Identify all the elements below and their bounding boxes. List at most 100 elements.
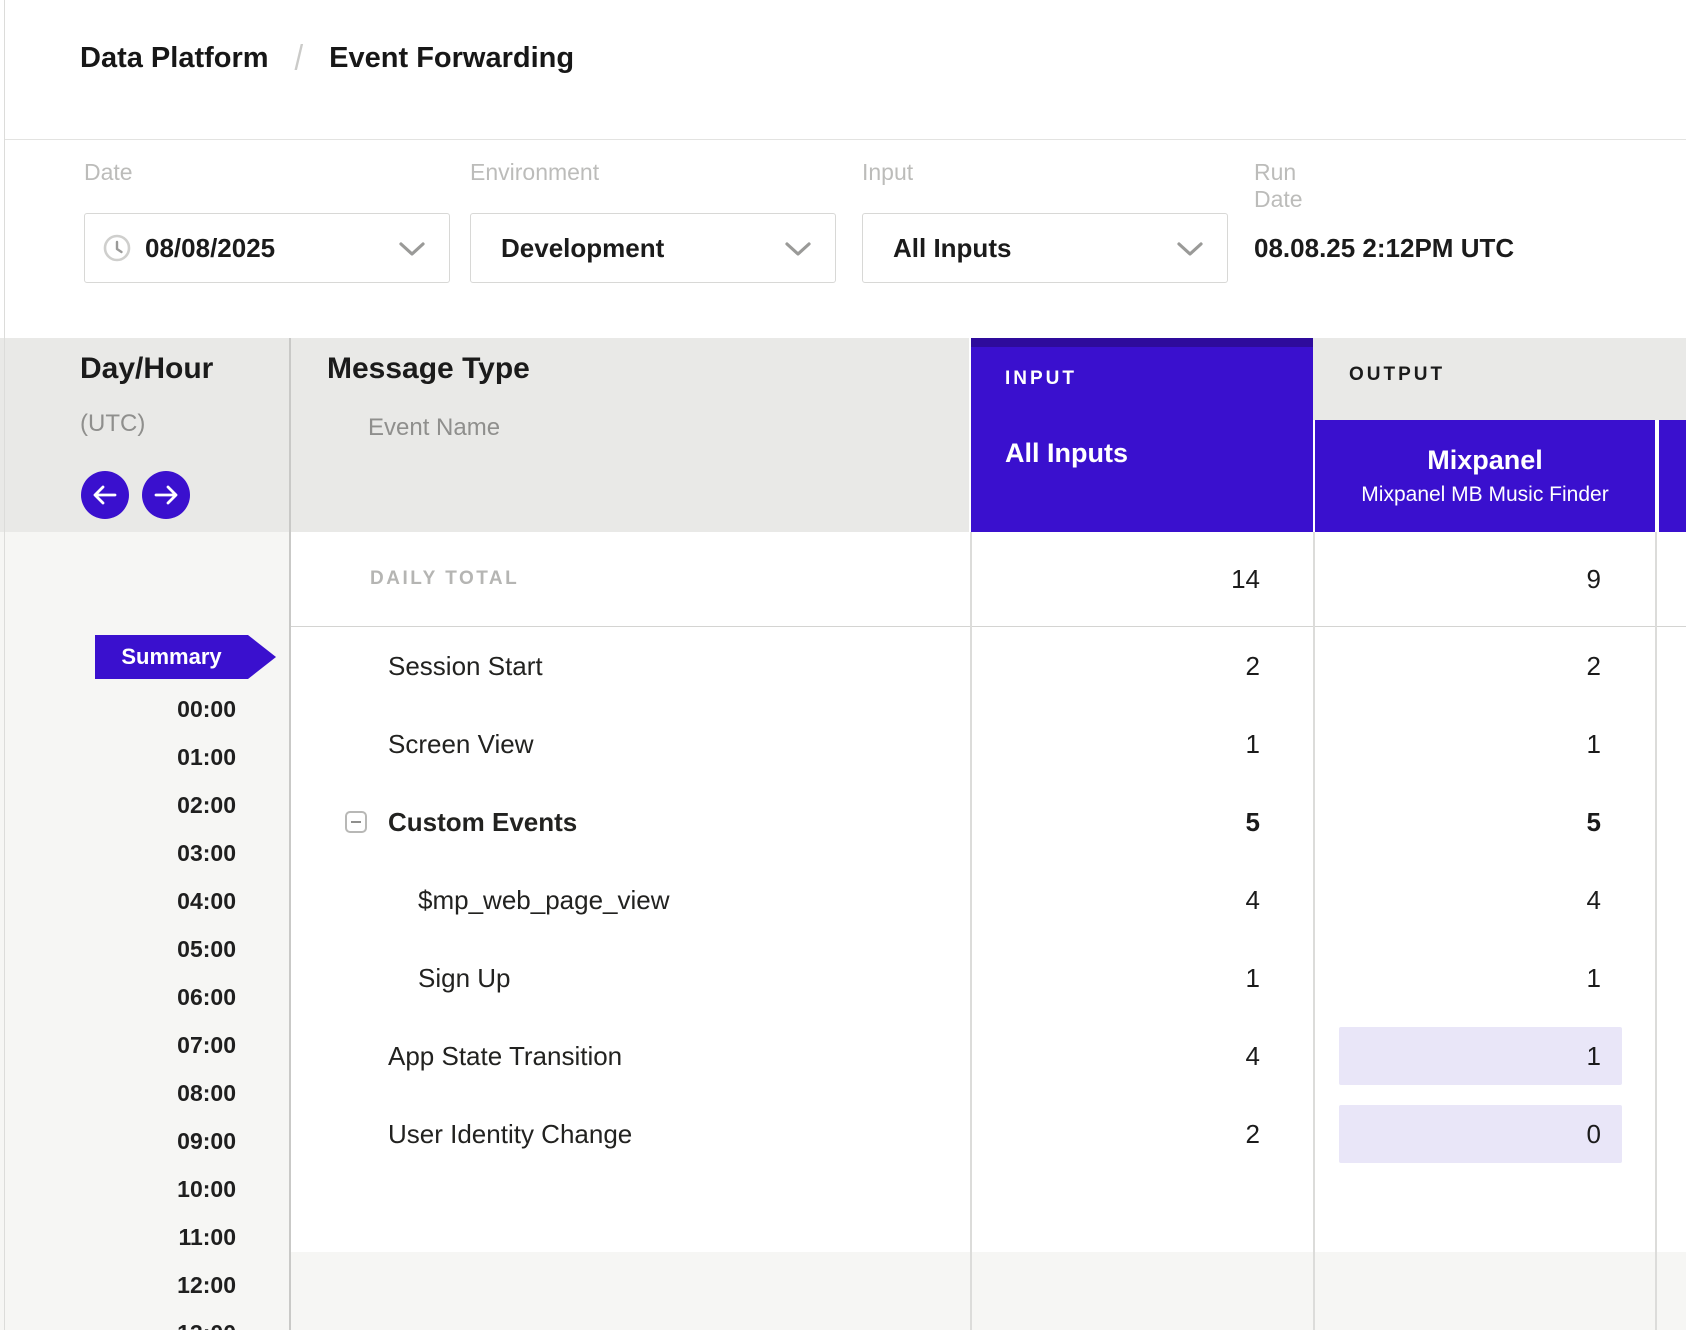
table-row-screen-view: Screen View 1 1 [289, 705, 1686, 783]
event-name: App State Transition [388, 1017, 622, 1095]
output-count: 1 [1587, 705, 1601, 783]
filter-bar: Date 08/08/2025 Environment Development [5, 141, 1686, 338]
table-row-mp-web-page-view: $mp_web_page_view 4 4 [289, 861, 1686, 939]
hour-item-05[interactable]: 05:00 [96, 925, 236, 973]
output-count: 2 [1587, 627, 1601, 705]
output-count: 1 [1587, 939, 1601, 1017]
table-row-custom-events: Custom Events 5 5 [289, 783, 1686, 861]
breadcrumb: Data Platform / Event Forwarding [80, 40, 574, 76]
hour-item-13[interactable]: 13:00 [96, 1309, 236, 1330]
hour-item-06[interactable]: 06:00 [96, 973, 236, 1021]
table-row-sign-up: Sign Up 1 1 [289, 939, 1686, 1017]
input-column-kicker: INPUT [1005, 368, 1077, 390]
hour-item-02[interactable]: 02:00 [96, 781, 236, 829]
divider-input-output [1313, 532, 1315, 1330]
breadcrumb-section[interactable]: Data Platform [80, 42, 269, 75]
input-count: 2 [1246, 627, 1260, 705]
output-column-kicker: OUTPUT [1349, 364, 1445, 386]
page-header: Data Platform / Event Forwarding [5, 0, 1686, 140]
grid-footer-band [289, 1252, 1686, 1330]
input-dropdown[interactable]: All Inputs [862, 213, 1228, 283]
date-filter-label: Date [84, 159, 133, 186]
day-hour-column-subtitle: (UTC) [80, 410, 145, 438]
environment-filter-label: Environment [470, 159, 599, 186]
event-name: Screen View [388, 705, 534, 783]
output-column-partial[interactable] [1655, 420, 1686, 532]
input-count: 4 [1246, 861, 1260, 939]
hour-item-08[interactable]: 08:00 [96, 1069, 236, 1117]
chevron-down-icon [399, 242, 425, 257]
event-rows: Session Start 2 2 Screen View 1 1 Custom… [289, 627, 1686, 1173]
day-hour-column-title: Day/Hour [80, 352, 213, 386]
input-count: 1 [1246, 705, 1260, 783]
hour-item-01[interactable]: 01:00 [96, 733, 236, 781]
date-dropdown[interactable]: 08/08/2025 [84, 213, 450, 283]
message-type-column-title: Message Type [327, 352, 530, 386]
run-date-value: 08.08.25 2:12PM UTC [1254, 213, 1514, 283]
output-count: 1 [1587, 1027, 1601, 1085]
event-name: Sign Up [418, 939, 511, 1017]
daily-total-input-value: 14 [1231, 532, 1260, 626]
event-forwarding-page: Data Platform / Event Forwarding Date 08… [0, 0, 1686, 1330]
arrow-left-icon [92, 485, 118, 505]
event-name: User Identity Change [388, 1095, 632, 1173]
daily-total-output-value: 9 [1587, 532, 1601, 626]
highlighted-output-cell: 0 [1339, 1105, 1622, 1163]
hour-item-00[interactable]: 00:00 [96, 685, 236, 733]
minus-glyph [351, 821, 361, 823]
hour-item-03[interactable]: 03:00 [96, 829, 236, 877]
hour-item-11[interactable]: 11:00 [96, 1213, 236, 1261]
highlighted-output-cell: 1 [1339, 1027, 1622, 1085]
output-count: 0 [1587, 1105, 1601, 1163]
hour-item-04[interactable]: 04:00 [96, 877, 236, 925]
event-name: Custom Events [388, 783, 577, 861]
table-row-session-start: Session Start 2 2 [289, 627, 1686, 705]
environment-value: Development [501, 233, 664, 264]
event-name: Session Start [388, 627, 543, 705]
page-title: Event Forwarding [329, 42, 574, 75]
input-count: 4 [1246, 1017, 1260, 1095]
daily-total-row: DAILY TOTAL 14 9 [289, 532, 1686, 627]
table-row-user-identity-change: User Identity Change 2 0 [289, 1095, 1686, 1173]
summary-tag[interactable]: Summary [95, 635, 248, 679]
output-column-header-mixpanel[interactable]: Mixpanel Mixpanel MB Music Finder [1313, 420, 1655, 532]
output-count: 5 [1587, 783, 1601, 861]
next-day-button[interactable] [142, 471, 190, 519]
event-name: $mp_web_page_view [418, 861, 670, 939]
chevron-down-icon [785, 242, 811, 257]
message-type-column-subtitle: Event Name [368, 414, 500, 442]
clock-icon [102, 233, 132, 263]
table-row-app-state-transition: App State Transition 4 1 [289, 1017, 1686, 1095]
input-filter-label: Input [862, 159, 913, 186]
output-column-name: Mixpanel [1427, 445, 1543, 476]
run-date-label: Run Date [1254, 159, 1303, 213]
input-count: 1 [1246, 939, 1260, 1017]
hour-item-07[interactable]: 07:00 [96, 1021, 236, 1069]
output-count: 4 [1587, 861, 1601, 939]
breadcrumb-separator: / [295, 37, 304, 78]
table-header: Day/Hour (UTC) Message Type Event Name I… [0, 338, 1686, 532]
environment-dropdown[interactable]: Development [470, 213, 836, 283]
input-column-header[interactable]: INPUT All Inputs [969, 338, 1313, 532]
date-value: 08/08/2025 [145, 233, 275, 264]
hour-item-12[interactable]: 12:00 [96, 1261, 236, 1309]
output-column-subtitle: Mixpanel MB Music Finder [1361, 483, 1608, 507]
input-count: 2 [1246, 1095, 1260, 1173]
input-count: 5 [1246, 783, 1260, 861]
divider-message-input [970, 532, 972, 1330]
previous-day-button[interactable] [81, 471, 129, 519]
arrow-right-icon [153, 485, 179, 505]
day-hour-sidebar: Summary 00:00 01:00 02:00 03:00 04:00 05… [0, 532, 289, 1330]
collapse-icon[interactable] [345, 811, 367, 833]
divider-sidebar [289, 338, 291, 1330]
summary-tag-label: Summary [121, 644, 221, 670]
hour-item-10[interactable]: 10:00 [96, 1165, 236, 1213]
divider-output-next [1655, 532, 1657, 1330]
app-left-border [4, 0, 5, 1330]
chevron-down-icon [1177, 242, 1203, 257]
grid-body: DAILY TOTAL 14 9 Session Start 2 2 Scree… [289, 532, 1686, 1252]
hour-item-09[interactable]: 09:00 [96, 1117, 236, 1165]
daily-total-label: DAILY TOTAL [370, 532, 519, 626]
input-value: All Inputs [893, 233, 1011, 264]
input-column-name: All Inputs [1005, 438, 1128, 469]
